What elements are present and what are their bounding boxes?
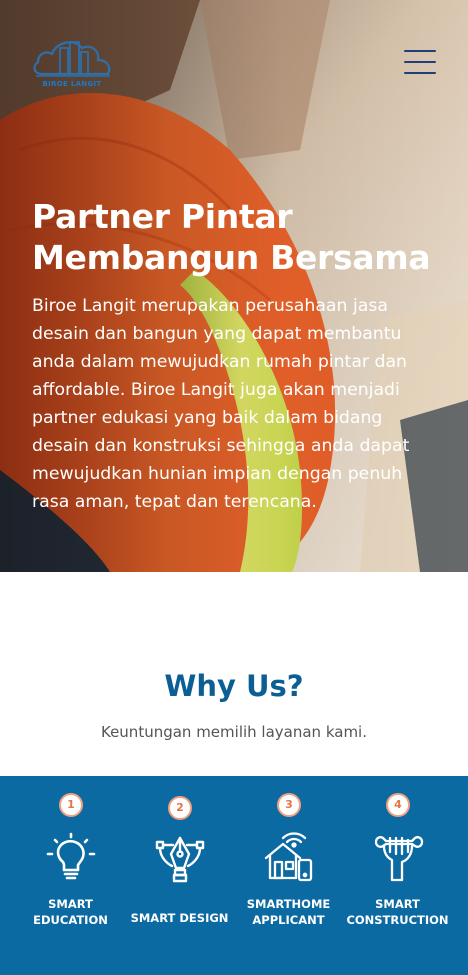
pen-tool-icon [154,832,206,884]
feature-label: SMART EDUCATION [33,897,108,927]
hero-description: Biroe Langit merupakan perusahaan jasa d… [32,296,410,512]
feature-label: SMARTHOME APPLICANT [246,897,331,927]
feature-smart-design[interactable]: 2 SMART DESIGN [121,776,238,975]
features-band: 1 SMART EDUCATION 2 SMART DESIGN 3 SMART… [0,776,468,975]
feature-smart-construction[interactable]: 4 SMART CONSTRUCTION [339,776,456,975]
feature-number-badge: 1 [59,793,83,817]
hero-title: Partner Pintar Membangun Bersama [32,196,452,278]
hero-section: BIROE LANGIT Partner Pintar Membangun Be… [0,0,468,572]
wrench-hand-icon [372,832,424,884]
why-us-heading: Why Us? [164,669,304,703]
feature-number-badge: 3 [277,793,301,817]
hamburger-menu-icon[interactable] [404,50,436,74]
feature-smarthome-applicant[interactable]: 3 SMARTHOME APPLICANT [230,776,347,975]
logo-wordmark: BIROE LANGIT [42,80,102,88]
feature-number-badge: 2 [168,796,192,820]
why-us-subtitle: Keuntungan memilih layanan kami. [100,723,367,741]
hero-title-line-1: Partner Pintar [32,197,293,236]
hero-title-line-2: Membangun Bersama [32,238,431,277]
feature-number-badge: 4 [386,793,410,817]
feature-label: SMART CONSTRUCTION [346,897,449,927]
feature-smart-education[interactable]: 1 SMART EDUCATION [12,776,129,975]
smarthome-icon [263,832,315,884]
lightbulb-icon [45,832,97,884]
biroe-langit-logo[interactable]: BIROE LANGIT [30,30,114,96]
feature-label: SMART DESIGN [130,911,229,925]
